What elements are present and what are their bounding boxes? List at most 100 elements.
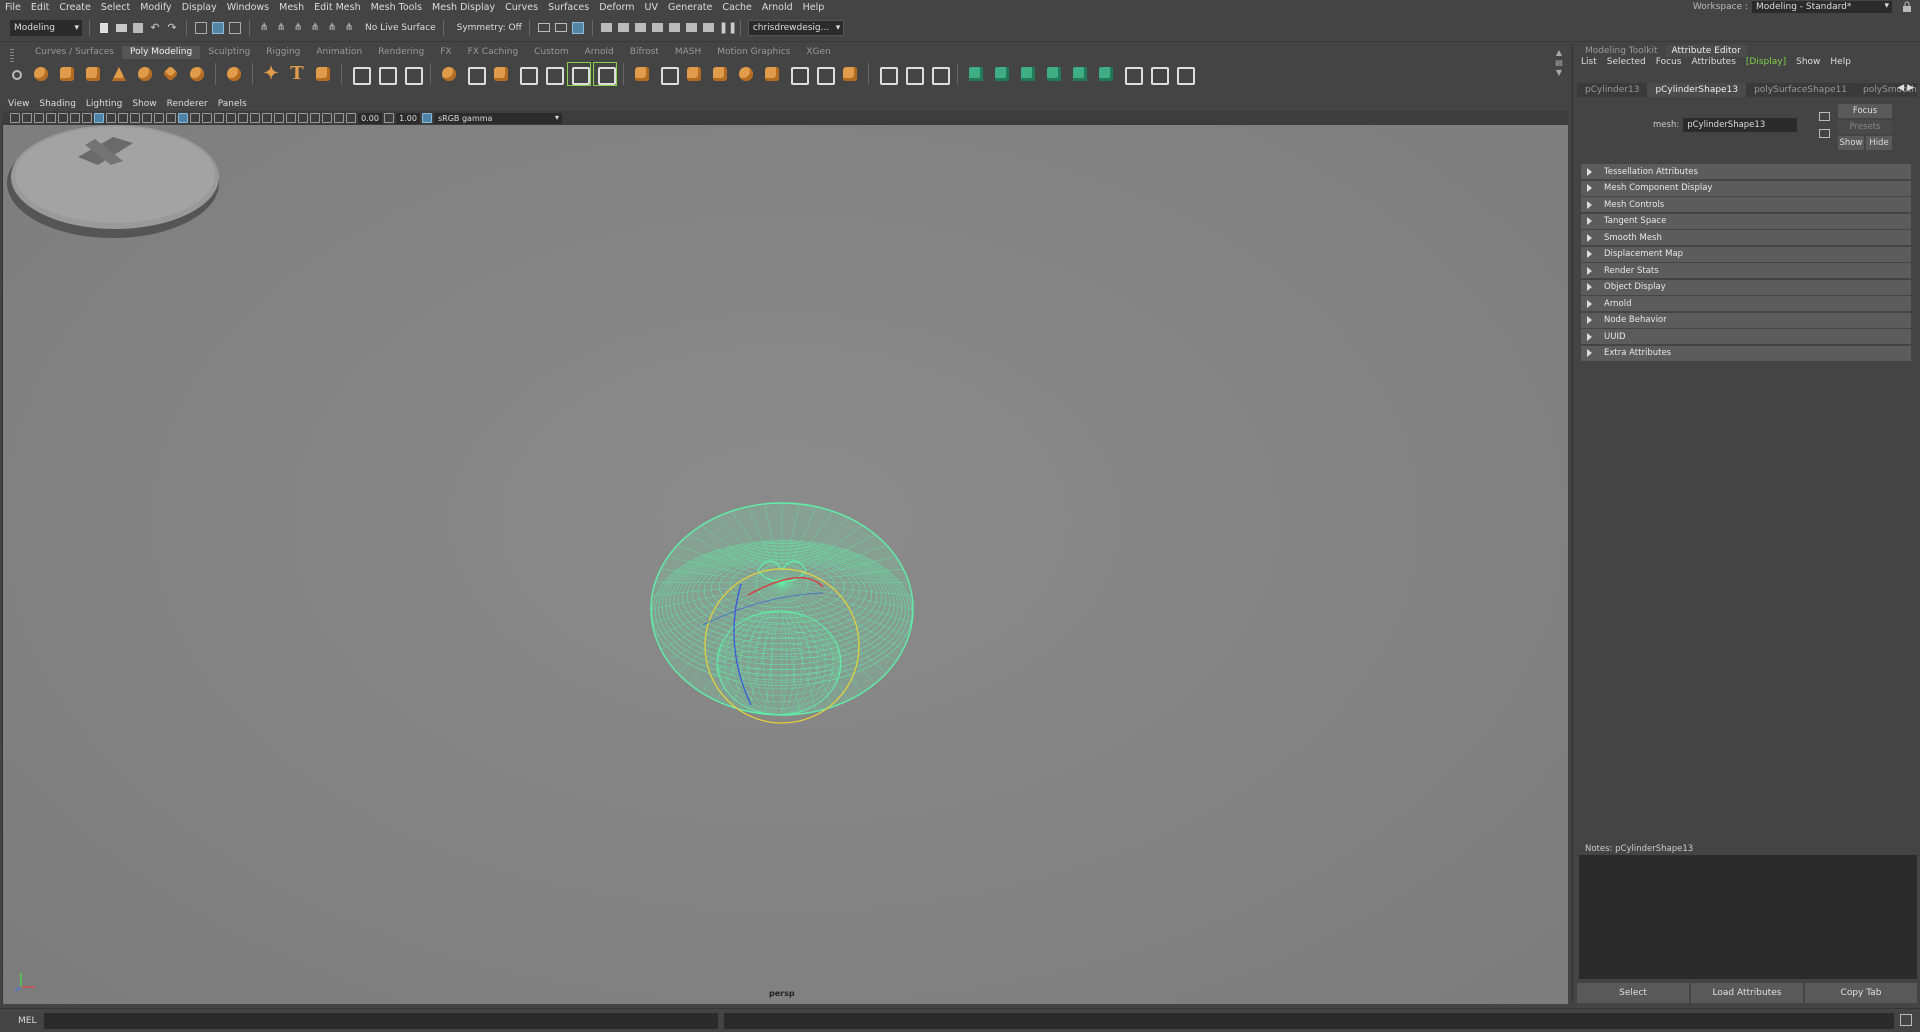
snap-together-icon[interactable] <box>375 63 397 85</box>
menu-surfaces[interactable]: Surfaces <box>543 2 594 13</box>
poly-cone-icon[interactable] <box>108 63 130 85</box>
cylindrical-uv-icon[interactable] <box>991 63 1013 85</box>
select-camera-icon[interactable] <box>10 113 20 123</box>
exposure-field[interactable]: 0.00 <box>358 112 382 124</box>
safe-title-icon[interactable] <box>154 113 164 123</box>
undo-icon[interactable]: ↶ <box>148 21 162 35</box>
mesh-name-field[interactable]: pCylinderShape13 <box>1683 118 1798 132</box>
section-arnold[interactable]: Arnold <box>1581 296 1911 311</box>
shelf-scroll-icon[interactable]: ▲ ▤ ▼ <box>1554 48 1564 84</box>
expand-arrow-icon[interactable] <box>1587 250 1592 258</box>
redo-icon[interactable]: ↷ <box>165 21 179 35</box>
mirror-icon[interactable] <box>567 62 591 86</box>
section-tessellation-attributes[interactable]: Tessellation Attributes <box>1581 164 1911 179</box>
section-uuid[interactable]: UUID <box>1581 329 1911 344</box>
film-gate-icon[interactable] <box>94 113 104 123</box>
antialiasing-icon[interactable] <box>298 113 308 123</box>
soft-select-icon[interactable] <box>349 63 371 85</box>
camera-based-uv-icon[interactable] <box>1069 63 1091 85</box>
ae-menu-list[interactable]: List <box>1581 57 1597 67</box>
tab-modeling-toolkit[interactable]: Modeling Toolkit <box>1579 45 1664 57</box>
view-transform-dropdown[interactable]: sRGB gamma <box>434 112 562 124</box>
offset-edge-loop-icon[interactable] <box>928 63 950 85</box>
shelf-tab-custom[interactable]: Custom <box>526 46 576 59</box>
menu-display[interactable]: Display <box>177 2 222 13</box>
ae-menu-show[interactable]: Show <box>1796 57 1820 67</box>
select-button[interactable]: Select <box>1577 983 1689 1003</box>
select-hierarchy-icon[interactable] <box>195 21 207 34</box>
menu-cache[interactable]: Cache <box>717 2 757 13</box>
expand-arrow-icon[interactable] <box>1587 184 1592 192</box>
disc-mesh[interactable] <box>7 125 219 238</box>
separate-icon[interactable] <box>464 63 486 85</box>
menu-arnold[interactable]: Arnold <box>757 2 798 13</box>
sew-uv-icon[interactable] <box>1173 63 1195 85</box>
save-scene-icon[interactable] <box>131 20 145 35</box>
section-smooth-mesh[interactable]: Smooth Mesh <box>1581 230 1911 245</box>
depth-of-field-icon[interactable] <box>310 113 320 123</box>
xray-icon[interactable] <box>214 113 224 123</box>
boolean-icon[interactable] <box>542 63 564 85</box>
2d-pan-zoom-icon[interactable] <box>58 113 68 123</box>
reduce-icon[interactable] <box>593 62 617 86</box>
shelf-tab-arnold[interactable]: Arnold <box>577 46 622 59</box>
section-mesh-controls[interactable]: Mesh Controls <box>1581 197 1911 212</box>
bridge-icon[interactable] <box>657 63 679 85</box>
shelf-tab-mash[interactable]: MASH <box>667 46 709 59</box>
viewport-menu-show[interactable]: Show <box>132 99 156 109</box>
shelf-settings-icon[interactable] <box>12 70 22 80</box>
shelf-tab-fx[interactable]: FX <box>432 46 459 59</box>
camera-attributes-icon[interactable] <box>22 113 32 123</box>
viewport-menu-view[interactable]: View <box>8 99 29 109</box>
field-chart-icon[interactable] <box>130 113 140 123</box>
menu-select[interactable]: Select <box>96 2 135 13</box>
super-shape-icon[interactable]: ✦ <box>260 63 282 85</box>
menu-uv[interactable]: UV <box>640 2 663 13</box>
construction-history-icon[interactable] <box>554 23 567 32</box>
expand-arrow-icon[interactable] <box>1587 217 1592 225</box>
expand-arrow-icon[interactable] <box>1587 266 1592 275</box>
screen-space-ao-icon[interactable] <box>274 113 284 123</box>
shelf-tab-rigging[interactable]: Rigging <box>258 46 308 59</box>
load-attributes-button[interactable]: Load Attributes <box>1691 983 1803 1003</box>
user-account-dropdown[interactable]: chrisdrewdesig... <box>747 19 845 36</box>
ae-menu-attributes[interactable]: Attributes <box>1691 57 1735 67</box>
node-tab-pcylinder13[interactable]: pCylinder13 <box>1577 83 1647 97</box>
ipr-render-icon[interactable] <box>633 20 648 35</box>
script-editor-icon[interactable] <box>1900 1014 1912 1026</box>
poly-disc-icon[interactable] <box>186 63 208 85</box>
grid-icon[interactable] <box>82 113 92 123</box>
viewport-menu-renderer[interactable]: Renderer <box>167 99 208 109</box>
bevel-icon[interactable] <box>683 63 705 85</box>
menu-set-dropdown[interactable]: Modeling <box>10 19 82 36</box>
shelf-tab-curves-surfaces[interactable]: Curves / Surfaces <box>27 46 122 59</box>
menu-help[interactable]: Help <box>798 2 830 13</box>
extract-icon[interactable] <box>490 63 512 85</box>
shelf-tab-animation[interactable]: Animation <box>308 46 370 59</box>
contour-stretch-uv-icon[interactable] <box>1095 63 1117 85</box>
menu-edit-mesh[interactable]: Edit Mesh <box>309 2 365 13</box>
shelf-tab-rendering[interactable]: Rendering <box>370 46 432 59</box>
section-tangent-space[interactable]: Tangent Space <box>1581 213 1911 229</box>
expand-arrow-icon[interactable] <box>1587 233 1592 242</box>
selected-mesh-wireframe[interactable] <box>650 502 914 716</box>
symmetry-dropdown[interactable]: Symmetry: Off <box>457 23 522 33</box>
menu-deform[interactable]: Deform <box>594 2 639 13</box>
menu-file[interactable]: File <box>0 2 26 13</box>
image-plane-icon[interactable] <box>46 113 56 123</box>
expand-arrow-icon[interactable] <box>1587 200 1592 209</box>
shelf-tab-motion-graphics[interactable]: Motion Graphics <box>709 46 798 59</box>
hide-button[interactable]: Hide <box>1866 136 1892 150</box>
make-live-icon[interactable]: ⋔ <box>342 21 356 35</box>
section-extra-attributes[interactable]: Extra Attributes <box>1581 345 1911 361</box>
section-object-display[interactable]: Object Display <box>1581 279 1911 295</box>
select-object-icon[interactable] <box>212 21 224 34</box>
pause-icon[interactable]: ❚❚ <box>719 21 737 35</box>
render-setup-icon[interactable] <box>684 20 699 35</box>
input-line-icon[interactable] <box>537 23 550 32</box>
ae-menu-display[interactable]: [Display] <box>1746 57 1786 67</box>
3d-viewport[interactable]: persp <box>2 125 1568 1004</box>
live-surface-label[interactable]: No Live Surface <box>365 23 436 33</box>
poly-cube-icon[interactable] <box>56 63 78 85</box>
menu-curves[interactable]: Curves <box>500 2 543 13</box>
